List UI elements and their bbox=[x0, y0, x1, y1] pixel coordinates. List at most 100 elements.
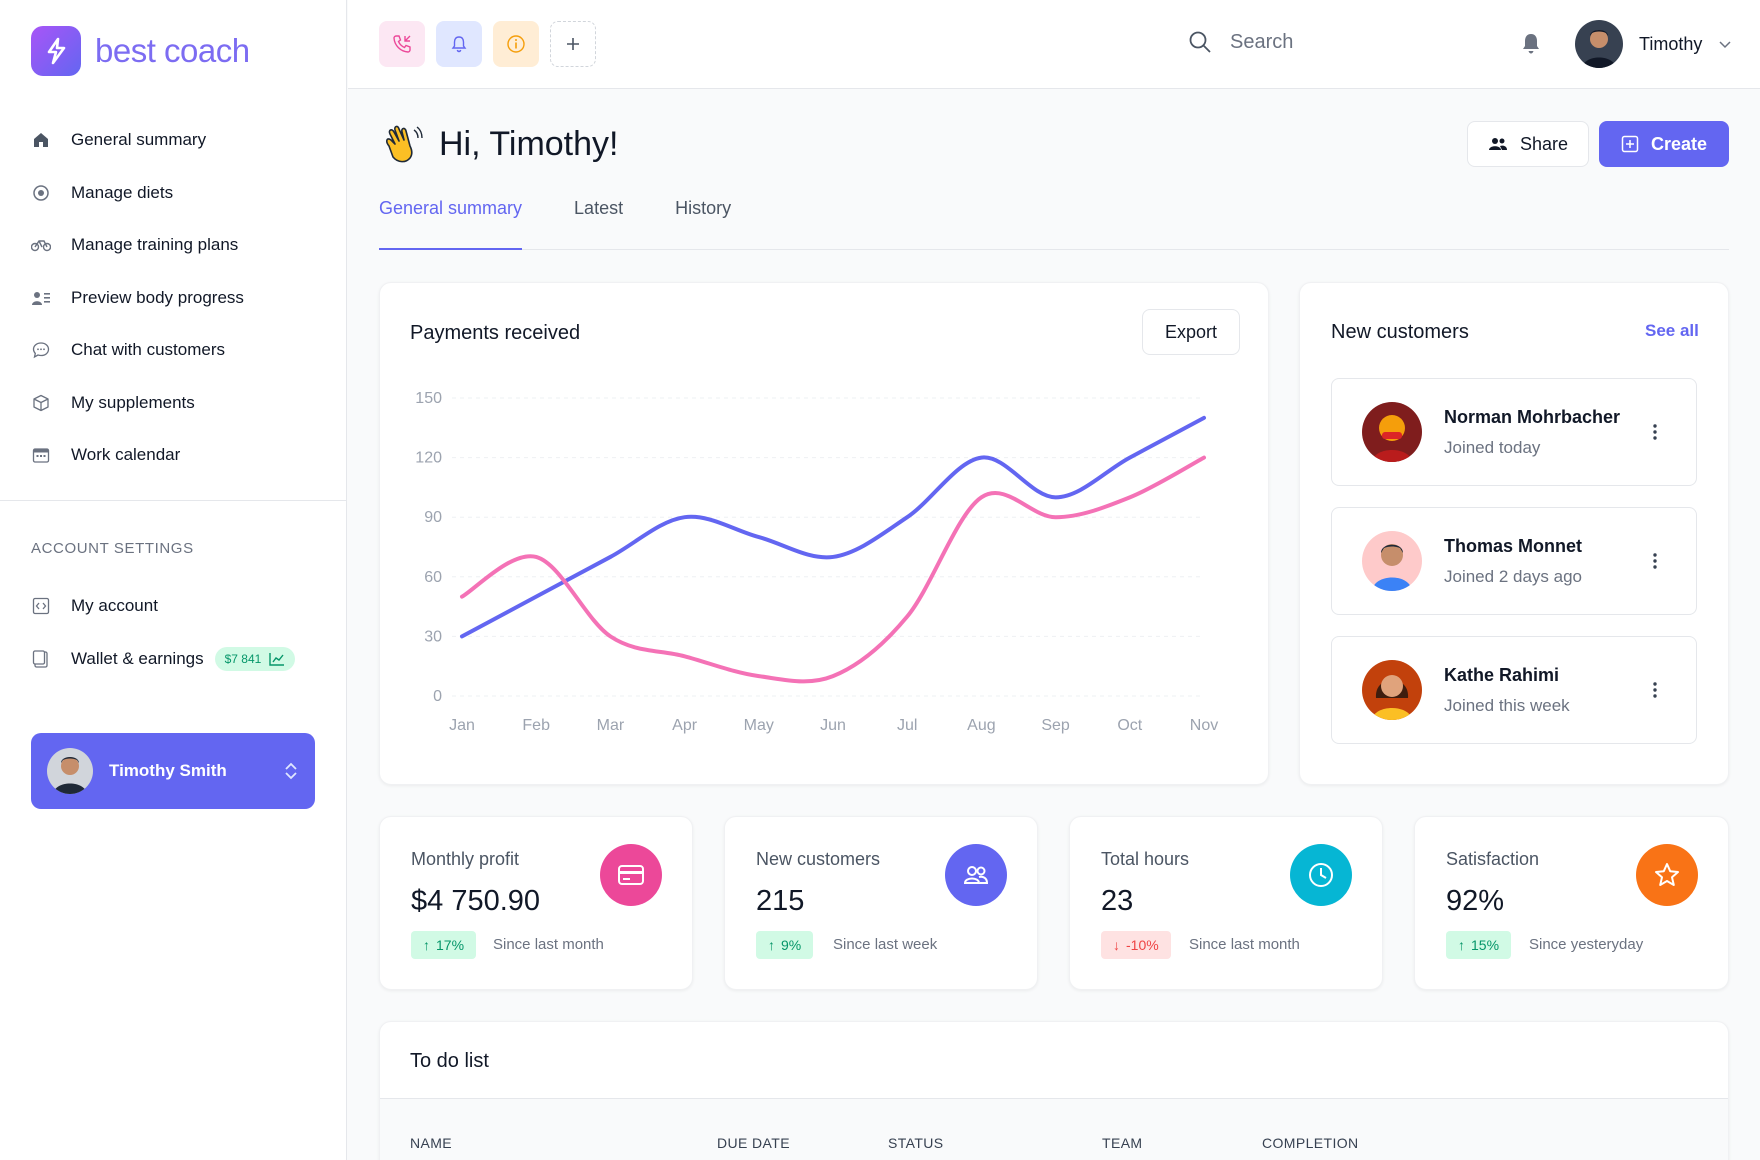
box-icon bbox=[31, 393, 51, 413]
column-header-team[interactable]: TEAM bbox=[1102, 1135, 1143, 1151]
stat-label: New customers bbox=[756, 849, 881, 869]
stat-label: Total hours bbox=[1101, 849, 1190, 869]
clock-icon bbox=[1309, 863, 1333, 887]
bell-icon bbox=[451, 36, 467, 53]
sidebar-item-preview-body-progress[interactable]: Preview body progress bbox=[0, 272, 346, 325]
customer-avatar bbox=[1362, 402, 1422, 462]
topbar: Timothy bbox=[348, 0, 1760, 89]
stat-since: Since yesteryday bbox=[1529, 936, 1644, 953]
column-header-due-date[interactable]: DUE DATE bbox=[717, 1135, 790, 1151]
sidebar-item-manage-diets[interactable]: Manage diets bbox=[0, 167, 346, 220]
sidebar-item-label: Preview body progress bbox=[71, 287, 244, 307]
more-vertical-icon[interactable] bbox=[1652, 681, 1658, 699]
stat-delta-badge: ↓ -10% bbox=[1101, 931, 1171, 959]
stat-since: Since last month bbox=[1189, 936, 1300, 953]
user-card-name: Timothy Smith bbox=[109, 761, 227, 780]
add-quick-button[interactable] bbox=[550, 21, 596, 67]
tab-latest[interactable]: Latest bbox=[574, 186, 623, 250]
todo-card: To do list NAME DUE DATE STATUS TEAM COM… bbox=[379, 1021, 1729, 1160]
info-quick-button[interactable] bbox=[493, 21, 539, 67]
stat-icon-circle bbox=[945, 844, 1007, 906]
see-all-link[interactable]: See all bbox=[1645, 321, 1699, 341]
main-nav: General summary Manage diets Manage trai… bbox=[0, 114, 346, 482]
x-tick-label: Oct bbox=[1117, 717, 1142, 734]
todo-title: To do list bbox=[410, 1050, 489, 1072]
stat-delta-badge: ↑ 17% bbox=[411, 931, 477, 959]
stat-since: Since last week bbox=[833, 936, 938, 953]
phone-quick-button[interactable] bbox=[379, 21, 425, 67]
x-tick-label: Sep bbox=[1041, 717, 1070, 734]
x-tick-label: Feb bbox=[522, 717, 550, 734]
column-header-status[interactable]: STATUS bbox=[888, 1135, 944, 1151]
plus-square-icon bbox=[1621, 135, 1639, 153]
create-button[interactable]: Create bbox=[1599, 121, 1729, 167]
sidebar-item-work-calendar[interactable]: Work calendar bbox=[0, 429, 346, 482]
stat-delta-badge: ↑ 9% bbox=[756, 931, 814, 959]
search-input[interactable] bbox=[1230, 30, 1430, 54]
sidebar-item-label: My supplements bbox=[71, 392, 195, 412]
sidebar-item-manage-training-plans[interactable]: Manage training plans bbox=[0, 219, 346, 272]
sidebar-item-label: Work calendar bbox=[71, 445, 181, 465]
share-label: Share bbox=[1519, 133, 1569, 154]
x-tick-label: Aug bbox=[967, 717, 995, 734]
tab-history[interactable]: History bbox=[675, 186, 731, 250]
stat-icon-circle bbox=[1636, 844, 1698, 906]
stat-card-total-hours: Total hours 23 ↓ -10% Since last month bbox=[1069, 816, 1383, 990]
x-tick-label: May bbox=[744, 717, 774, 734]
sidebar-item-label: Chat with customers bbox=[71, 340, 225, 360]
page-title: Hi, Timothy! bbox=[439, 124, 619, 163]
stat-value: 215 bbox=[756, 885, 805, 917]
customer-info: Kathe Rahimi Joined this week bbox=[1444, 665, 1652, 716]
notifications-button[interactable] bbox=[1520, 32, 1542, 61]
user-switcher[interactable]: Timothy Smith bbox=[31, 733, 315, 809]
column-header-completion[interactable]: COMPLETION bbox=[1262, 1135, 1359, 1151]
arrow-down-icon: ↓ bbox=[1113, 937, 1120, 953]
sidebar-divider bbox=[0, 500, 346, 501]
customer-item[interactable]: Norman Mohrbacher Joined today bbox=[1331, 378, 1697, 486]
brand-name: best coach bbox=[95, 32, 250, 69]
user-avatar bbox=[47, 748, 93, 794]
star-icon bbox=[1655, 863, 1679, 886]
top-user-name: Timothy bbox=[1639, 33, 1703, 54]
bell-quick-button[interactable] bbox=[436, 21, 482, 67]
customer-item[interactable]: Thomas Monnet Joined 2 days ago bbox=[1331, 507, 1697, 615]
stat-card-satisfaction: Satisfaction 92% ↑ 15% Since yesteryday bbox=[1414, 816, 1729, 990]
users-icon bbox=[1488, 138, 1507, 150]
stat-delta: 15% bbox=[1471, 937, 1500, 953]
wallet-amount: $7 841 bbox=[224, 651, 262, 666]
series-line-1 bbox=[460, 455, 1206, 684]
sidebar-item-general-summary[interactable]: General summary bbox=[0, 114, 346, 167]
tab-general-summary[interactable]: General summary bbox=[379, 186, 523, 250]
customer-name: Kathe Rahimi bbox=[1444, 664, 1560, 685]
sidebar-item-label: Manage training plans bbox=[71, 235, 239, 255]
chevron-up-down-icon bbox=[285, 762, 297, 780]
column-header-name[interactable]: NAME bbox=[410, 1135, 452, 1151]
stat-value: 92% bbox=[1446, 885, 1505, 917]
customer-name: Thomas Monnet bbox=[1444, 535, 1582, 556]
sidebar-item-label: My account bbox=[71, 596, 158, 616]
payments-card: Payments received Export 0 30 60 90 120 150 Ja… bbox=[379, 282, 1269, 785]
customer-item[interactable]: Kathe Rahimi Joined this week bbox=[1331, 636, 1697, 744]
search-icon bbox=[1189, 31, 1211, 53]
todo-table-header: NAME DUE DATE STATUS TEAM COMPLETION bbox=[380, 1098, 1728, 1160]
sidebar-item-wallet-earnings[interactable]: Wallet & earnings $7 841 bbox=[0, 633, 346, 686]
customer-joined: Joined today bbox=[1444, 437, 1541, 457]
user-menu[interactable]: Timothy bbox=[1575, 20, 1732, 68]
customer-info: Thomas Monnet Joined 2 days ago bbox=[1444, 536, 1652, 587]
more-vertical-icon[interactable] bbox=[1652, 552, 1658, 570]
arrow-up-icon: ↑ bbox=[1458, 937, 1465, 953]
stat-delta-badge: ↑ 15% bbox=[1446, 931, 1512, 959]
share-button[interactable]: Share bbox=[1467, 121, 1589, 167]
account-settings-title: ACCOUNT SETTINGS bbox=[31, 540, 194, 557]
greeting: Hi, Timothy! bbox=[381, 122, 618, 166]
stat-delta: 17% bbox=[436, 937, 465, 953]
stat-since: Since last month bbox=[493, 936, 604, 953]
stat-delta: 9% bbox=[781, 937, 802, 953]
more-vertical-icon[interactable] bbox=[1652, 423, 1658, 441]
bike-icon bbox=[31, 235, 51, 255]
customer-name: Norman Mohrbacher bbox=[1444, 406, 1621, 427]
sidebar-item-chat-with-customers[interactable]: Chat with customers bbox=[0, 324, 346, 377]
sidebar-item-my-account[interactable]: My account bbox=[0, 580, 346, 633]
brand[interactable]: best coach bbox=[31, 26, 250, 76]
sidebar-item-my-supplements[interactable]: My supplements bbox=[0, 377, 346, 430]
